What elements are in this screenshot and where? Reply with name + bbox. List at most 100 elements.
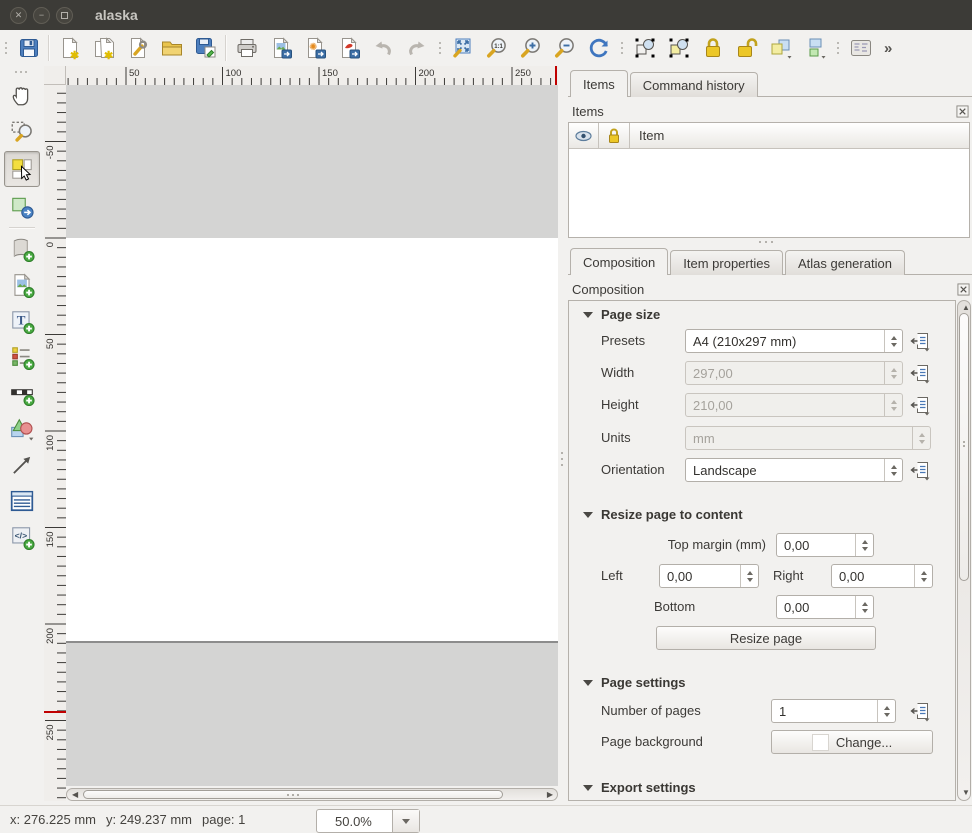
data-defined-override-button[interactable] xyxy=(907,393,933,417)
spin-arrows-icon[interactable] xyxy=(914,565,932,587)
spin-arrows-icon[interactable] xyxy=(855,596,873,618)
add-label-button[interactable]: T xyxy=(6,305,38,337)
add-shape-button[interactable] xyxy=(6,413,38,445)
save-as-template-button[interactable] xyxy=(191,34,220,63)
toolbar-grip[interactable] xyxy=(10,68,34,75)
zoom-out-button[interactable] xyxy=(550,34,579,63)
close-icon[interactable] xyxy=(956,105,969,118)
number-of-pages-spinbox[interactable]: 1 xyxy=(771,699,896,723)
canvas-horizontal-scrollbar[interactable]: ◀ ▶ xyxy=(66,788,558,801)
section-resize-page[interactable]: Resize page to content xyxy=(583,507,743,522)
presets-label: Presets xyxy=(601,333,645,348)
bottom-margin-spinbox[interactable]: 0,00 xyxy=(776,595,874,619)
atlas-preview-button[interactable] xyxy=(846,34,875,63)
undo-button[interactable] xyxy=(368,34,397,63)
vertical-ruler: -50050100150200250 xyxy=(44,85,66,801)
data-defined-override-button[interactable] xyxy=(907,699,933,723)
data-defined-override-button[interactable] xyxy=(907,361,933,385)
scroll-left-icon[interactable]: ◀ xyxy=(72,791,78,799)
composition-canvas[interactable] xyxy=(66,85,558,786)
scroll-up-icon[interactable]: ▲ xyxy=(962,304,970,312)
section-page-size[interactable]: Page size xyxy=(583,307,660,322)
zoom-level-combobox[interactable]: 50.0% xyxy=(316,809,420,833)
dock-splitter[interactable] xyxy=(756,239,782,245)
tab-command-history[interactable]: Command history xyxy=(630,72,758,97)
data-defined-override-button[interactable] xyxy=(907,329,933,353)
left-margin-spinbox[interactable]: 0,00 xyxy=(659,564,759,588)
add-arrow-button[interactable] xyxy=(6,449,38,481)
new-composition-button[interactable]: ✱ xyxy=(55,34,84,63)
add-attribute-table-button[interactable] xyxy=(6,485,38,517)
save-project-button[interactable] xyxy=(14,34,43,63)
toolbar-grip[interactable] xyxy=(834,36,841,60)
zoom-tool-button[interactable] xyxy=(6,115,38,147)
items-table[interactable]: Item xyxy=(568,122,970,238)
unlock-items-button[interactable] xyxy=(732,34,761,63)
raise-items-button[interactable] xyxy=(766,34,795,63)
composition-manager-button[interactable] xyxy=(123,34,152,63)
zoom-in-icon xyxy=(519,36,543,60)
composition-page[interactable] xyxy=(66,238,558,641)
add-html-button[interactable]: </> xyxy=(6,521,38,553)
zoom-in-button[interactable] xyxy=(516,34,545,63)
export-image-button[interactable] xyxy=(266,34,295,63)
select-move-item-button[interactable] xyxy=(4,151,40,187)
pan-button[interactable] xyxy=(6,79,38,111)
add-map-button[interactable] xyxy=(6,233,38,265)
toolbar-grip[interactable] xyxy=(618,36,625,60)
refresh-view-button[interactable] xyxy=(584,34,613,63)
lock-items-button[interactable] xyxy=(698,34,727,63)
scrollbar-thumb[interactable] xyxy=(83,790,503,799)
move-item-content-button[interactable] xyxy=(6,191,38,223)
print-icon xyxy=(235,36,259,60)
zoom-full-button[interactable] xyxy=(448,34,477,63)
redo-button[interactable] xyxy=(402,34,431,63)
panel-vertical-scrollbar[interactable]: ▲ ▼ xyxy=(957,300,971,801)
minimize-window-icon[interactable]: − xyxy=(33,7,50,24)
toolbar-grip[interactable] xyxy=(436,36,443,60)
toolbar-overflow-button[interactable]: » xyxy=(880,40,896,57)
right-margin-spinbox[interactable]: 0,00 xyxy=(831,564,933,588)
duplicate-composition-button[interactable]: ✱ xyxy=(89,34,118,63)
scroll-down-icon[interactable]: ▼ xyxy=(962,789,970,797)
add-scalebar-button[interactable] xyxy=(6,377,38,409)
close-window-icon[interactable]: ✕ xyxy=(10,7,27,24)
scrollbar-thumb[interactable] xyxy=(959,313,969,581)
add-image-button[interactable] xyxy=(6,269,38,301)
combo-arrows-icon[interactable] xyxy=(884,459,902,481)
spin-arrows-icon[interactable] xyxy=(740,565,758,587)
zoom-dropdown-icon[interactable] xyxy=(392,810,419,832)
maximize-window-icon[interactable] xyxy=(56,7,73,24)
export-svg-button[interactable]: ✺ xyxy=(300,34,329,63)
add-label-icon: T xyxy=(9,308,35,334)
load-from-template-button[interactable] xyxy=(157,34,186,63)
print-button[interactable] xyxy=(232,34,261,63)
page-background-change-button[interactable]: Change... xyxy=(771,730,933,754)
scroll-right-icon[interactable]: ▶ xyxy=(547,791,553,799)
composition-dock-title: Composition xyxy=(572,282,644,297)
resize-page-button[interactable]: Resize page xyxy=(656,626,876,650)
spin-arrows-icon[interactable] xyxy=(877,700,895,722)
orientation-combobox[interactable]: Landscape xyxy=(685,458,903,482)
add-legend-button[interactable] xyxy=(6,341,38,373)
group-items-button[interactable] xyxy=(630,34,659,63)
zoom-actual-button[interactable]: 1:1 xyxy=(482,34,511,63)
data-defined-override-button[interactable] xyxy=(907,458,933,482)
combo-arrows-icon[interactable] xyxy=(884,330,902,352)
section-page-settings[interactable]: Page settings xyxy=(583,675,686,690)
panel-splitter[interactable] xyxy=(559,449,565,475)
section-export-settings[interactable]: Export settings xyxy=(583,780,696,795)
tab-atlas-generation[interactable]: Atlas generation xyxy=(785,250,905,275)
tab-item-properties[interactable]: Item properties xyxy=(670,250,783,275)
tab-composition[interactable]: Composition xyxy=(570,248,668,275)
align-items-button[interactable] xyxy=(800,34,829,63)
tab-items[interactable]: Items xyxy=(570,70,628,97)
export-pdf-button[interactable] xyxy=(334,34,363,63)
top-margin-spinbox[interactable]: 0,00 xyxy=(776,533,874,557)
close-icon[interactable] xyxy=(957,283,970,296)
presets-combobox[interactable]: A4 (210x297 mm) xyxy=(685,329,903,353)
add-shape-icon xyxy=(9,416,35,442)
toolbar-grip[interactable] xyxy=(2,36,9,60)
ungroup-items-button[interactable] xyxy=(664,34,693,63)
spin-arrows-icon[interactable] xyxy=(855,534,873,556)
